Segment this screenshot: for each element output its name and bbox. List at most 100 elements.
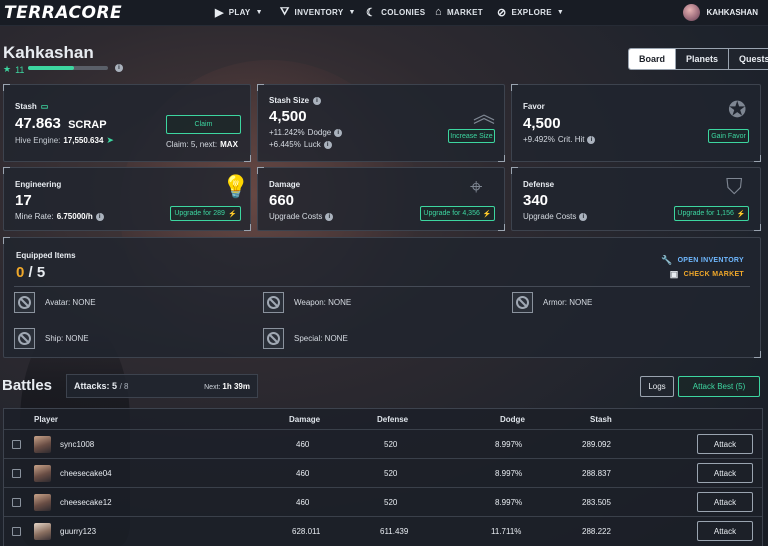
- inventory-icon: ⛛: [280, 6, 290, 18]
- empty-slot-icon: [263, 292, 284, 313]
- stash-unit: SCRAP: [68, 119, 107, 131]
- equipped-items-panel: Equipped Items 0 / 5 🔧 OPEN INVENTORY ▣ …: [3, 237, 761, 358]
- player-avatar: [34, 436, 51, 453]
- info-icon[interactable]: i: [323, 140, 332, 149]
- favor-title: Favor: [523, 102, 545, 111]
- attack-button[interactable]: Attack: [697, 492, 753, 512]
- level-value: 11: [15, 64, 25, 75]
- info-icon[interactable]: i: [334, 128, 343, 137]
- tab-planets[interactable]: Planets: [676, 49, 730, 69]
- tab-quests[interactable]: Quests: [729, 49, 768, 69]
- stash-value: 47.863 SCRAP: [15, 115, 107, 132]
- slot-weapon[interactable]: Weapon: NONE: [263, 292, 351, 313]
- damage-value: 660: [269, 192, 295, 209]
- nav-explore-label: EXPLORE: [511, 8, 552, 17]
- market-icon: ⌂: [435, 6, 442, 18]
- stash-size-card: Stash Size i 4,500 +11.242% Dodge i +6.4…: [257, 84, 505, 162]
- attack-button[interactable]: Attack: [697, 434, 753, 454]
- slot-special[interactable]: Special: NONE: [263, 328, 348, 349]
- wrench-icon: 🔧: [661, 255, 673, 265]
- attacks-counter: Attacks: 5 / 8 Next: 1h 39m: [66, 374, 258, 398]
- table-row: sync1008 460 520 8.997% 289.092 Attack: [4, 429, 762, 458]
- user-menu[interactable]: KAHKASHAN: [683, 4, 758, 21]
- gain-favor-button[interactable]: Gain Favor: [708, 129, 749, 143]
- player-name[interactable]: guurry123: [60, 527, 96, 536]
- defense-value: 340: [523, 192, 549, 209]
- column-header-dodge: Dodge: [500, 415, 525, 424]
- row-checkbox[interactable]: [12, 440, 21, 449]
- player-name[interactable]: sync1008: [60, 440, 94, 449]
- dodge-cell: 11.711%: [491, 527, 522, 536]
- slot-avatar[interactable]: Avatar: NONE: [14, 292, 96, 313]
- nav-play-label: PLAY: [228, 8, 251, 17]
- hive-engine-line: Hive Engine: 17,550.634 ➤: [15, 135, 114, 146]
- level-indicator: ★ 11: [3, 64, 24, 75]
- defense-upgrade-costs: Upgrade Costs i: [523, 212, 588, 221]
- attack-button[interactable]: Attack: [697, 521, 753, 541]
- upgrade-engineering-button[interactable]: Upgrade for 289 ⚡: [170, 206, 241, 221]
- nav-explore[interactable]: ⊘ EXPLORE ▼: [497, 6, 564, 19]
- dodge-cell: 8.997%: [495, 440, 523, 449]
- defense-cell: 520: [384, 469, 398, 478]
- dodge-cell: 8.997%: [495, 498, 523, 507]
- engineering-card: Engineering 17 Mine Rate: 6.75000/h i 💡 …: [3, 167, 251, 231]
- colonies-icon: ☾: [366, 7, 377, 19]
- info-icon[interactable]: i: [587, 135, 596, 144]
- column-header-defense: Defense: [377, 415, 409, 424]
- nav-inventory-label: INVENTORY: [294, 8, 344, 17]
- player-name[interactable]: cheesecake04: [60, 469, 112, 478]
- stash-cell: 283.505: [582, 498, 611, 507]
- stash-title: Stash ▭: [15, 102, 49, 111]
- damage-cell: 460: [296, 440, 310, 449]
- crosshair-icon: ⌖: [470, 174, 483, 199]
- bolt-icon: ⚡: [482, 210, 492, 218]
- view-tabs: Board Planets Quests: [628, 48, 768, 70]
- row-checkbox[interactable]: [12, 527, 21, 536]
- send-icon[interactable]: ➤: [106, 135, 114, 146]
- divider: [14, 286, 750, 287]
- increase-size-button[interactable]: Increase Size: [448, 129, 495, 143]
- top-navigation: TERRACORE ▶ PLAY ▼ ⛛ INVENTORY ▼ ☾ COLON…: [0, 0, 768, 26]
- logo[interactable]: TERRACORE: [4, 3, 122, 23]
- info-icon[interactable]: i: [325, 212, 334, 221]
- tab-board[interactable]: Board: [629, 49, 677, 69]
- player-name[interactable]: cheesecake12: [60, 498, 112, 507]
- upgrade-damage-button[interactable]: Upgrade for 4,356 ⚡: [420, 206, 495, 221]
- logs-button[interactable]: Logs: [640, 376, 674, 397]
- nav-market-label: MARKET: [446, 7, 483, 17]
- table-row: cheesecake04 460 520 8.997% 288.837 Atta…: [4, 458, 762, 487]
- medal-icon: ✪: [728, 97, 747, 122]
- damage-cell: 628.011: [292, 527, 321, 536]
- attack-button[interactable]: Attack: [697, 463, 753, 483]
- check-market-link[interactable]: ▣ CHECK MARKET: [670, 269, 744, 280]
- info-icon[interactable]: i: [313, 96, 322, 105]
- equipped-items-title: Equipped Items: [16, 251, 76, 260]
- info-icon[interactable]: i: [579, 212, 588, 221]
- attack-best-button[interactable]: Attack Best (5): [678, 376, 760, 397]
- shield-icon: ⛉: [726, 174, 743, 199]
- nav-colonies[interactable]: ☾ COLONIES: [366, 6, 425, 19]
- empty-slot-icon: [512, 292, 533, 313]
- open-inventory-link[interactable]: 🔧 OPEN INVENTORY: [661, 255, 744, 266]
- favor-card: Favor 4,500 +9.492% Crit. Hit i ✪ Gain F…: [511, 84, 761, 162]
- defense-cell: 611.439: [380, 527, 409, 536]
- slot-ship[interactable]: Ship: NONE: [14, 328, 89, 349]
- battles-title: Battles: [2, 377, 53, 394]
- stash-cell: 288.837: [582, 469, 611, 478]
- upgrade-defense-button[interactable]: Upgrade for 1,156 ⚡: [674, 206, 749, 221]
- defense-card: Defense 340 Upgrade Costs i ⛉ Upgrade fo…: [511, 167, 761, 231]
- bolt-icon: ⚡: [227, 210, 237, 218]
- nav-inventory[interactable]: ⛛ INVENTORY ▼: [280, 6, 356, 19]
- slot-armor[interactable]: Armor: NONE: [512, 292, 592, 313]
- nav-colonies-label: COLONIES: [381, 8, 426, 17]
- nav-market[interactable]: ⌂ MARKET: [435, 6, 483, 18]
- player-avatar: [34, 523, 51, 540]
- empty-slot-icon: [263, 328, 284, 349]
- nav-play[interactable]: ▶ PLAY ▼: [215, 6, 263, 19]
- info-icon[interactable]: i: [95, 212, 104, 221]
- row-checkbox[interactable]: [12, 498, 21, 507]
- damage-cell: 460: [296, 469, 310, 478]
- row-checkbox[interactable]: [12, 469, 21, 478]
- claim-button[interactable]: Claim: [166, 115, 241, 134]
- info-icon[interactable]: i: [115, 64, 123, 72]
